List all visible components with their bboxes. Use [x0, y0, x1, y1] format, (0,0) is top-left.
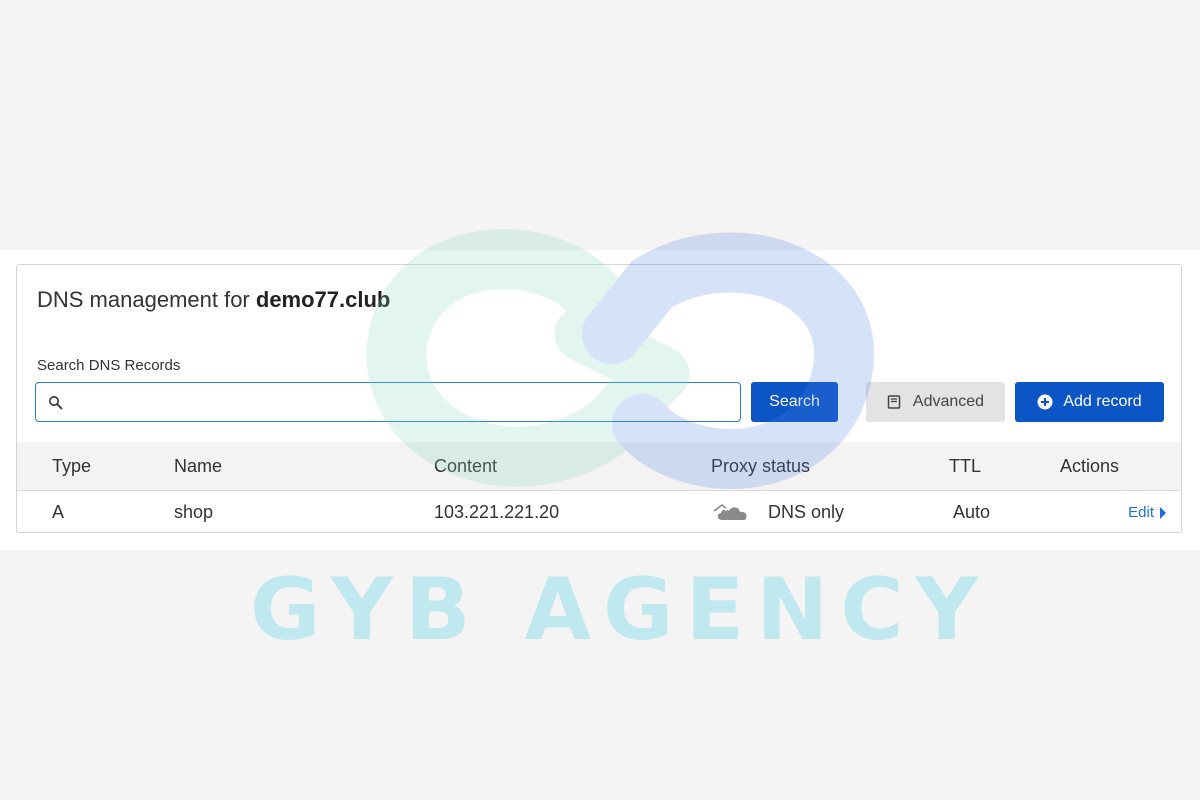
column-header-ttl[interactable]: TTL [949, 456, 981, 477]
cell-ttl: Auto [953, 502, 991, 522]
page-title: DNS management for demo77.club [37, 287, 390, 313]
dns-management-panel: DNS management for demo77.club Search DN… [16, 264, 1182, 533]
watermark-text: GYB AGENCY [250, 560, 990, 660]
column-header-type[interactable]: Type [52, 456, 91, 477]
add-record-button-label: Add record [1063, 393, 1142, 410]
edit-link[interactable]: Edit [1128, 504, 1167, 521]
search-button[interactable]: Search [751, 382, 838, 422]
add-record-button[interactable]: Add record [1015, 382, 1164, 422]
column-header-proxy-status[interactable]: Proxy status [711, 456, 810, 477]
domain-name: demo77.club [255, 287, 391, 312]
cell-content: 103.221.221.20 [434, 502, 560, 522]
search-input[interactable] [72, 389, 736, 417]
page-title-prefix: DNS management for [37, 287, 256, 312]
cloud-icon [713, 504, 747, 520]
document-icon [887, 395, 901, 409]
table-row[interactable]: A shop 103.221.221.20 DNS only Auto Edit [17, 491, 1181, 533]
column-header-name[interactable]: Name [174, 456, 222, 477]
cell-proxy-status: DNS only [768, 502, 845, 522]
caret-right-icon [1160, 506, 1166, 519]
advanced-button-label: Advanced [912, 393, 985, 410]
plus-circle-icon [1037, 394, 1053, 410]
advanced-button[interactable]: Advanced [866, 382, 1005, 422]
table-header: Type Name Content Proxy status TTL Actio… [17, 442, 1181, 491]
cell-name: shop [174, 502, 214, 522]
edit-link-label: Edit [1128, 504, 1154, 521]
cell-type: A [52, 502, 65, 522]
search-label: Search DNS Records [37, 357, 181, 374]
column-header-content[interactable]: Content [434, 456, 497, 477]
search-field[interactable] [35, 382, 741, 422]
column-header-actions: Actions [1060, 456, 1120, 476]
search-button-label: Search [769, 393, 820, 410]
search-icon [49, 396, 63, 410]
